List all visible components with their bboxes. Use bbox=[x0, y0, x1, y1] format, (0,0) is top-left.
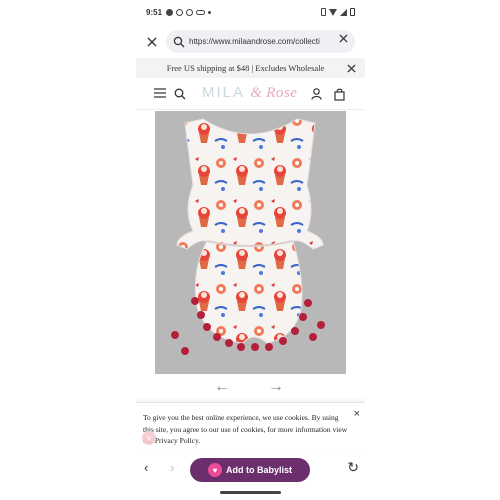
mail-icon bbox=[176, 8, 184, 16]
wifi-icon bbox=[329, 8, 337, 16]
cookie-close-button[interactable]: × bbox=[354, 408, 360, 420]
romper-illustration bbox=[155, 111, 346, 374]
close-icon bbox=[147, 37, 157, 47]
logo-amp: & bbox=[250, 85, 263, 101]
babylist-label: Add to Babylist bbox=[225, 465, 292, 475]
close-icon[interactable]: x bbox=[142, 431, 156, 445]
refresh-button[interactable]: ↻ bbox=[347, 459, 359, 476]
url-text: https://www.milaandrose.com/collecti bbox=[189, 37, 320, 46]
gallery-prev-button[interactable]: ← bbox=[214, 378, 230, 396]
pinterest-icon bbox=[186, 8, 194, 16]
heart-icon: ♥ bbox=[207, 463, 222, 477]
promo-close-button[interactable] bbox=[347, 64, 356, 73]
cookie-banner: To give you the best online experience, … bbox=[136, 402, 365, 452]
bag-icon[interactable] bbox=[334, 88, 345, 101]
gallery-next-button[interactable]: → bbox=[268, 378, 284, 396]
url-bar[interactable]: https://www.milaandrose.com/collecti bbox=[166, 30, 355, 53]
signal-icon bbox=[340, 8, 347, 16]
notification-icons bbox=[166, 8, 212, 16]
clear-url-button[interactable] bbox=[339, 34, 348, 43]
logo-rose: Rose bbox=[262, 85, 298, 101]
messenger-icon bbox=[166, 8, 174, 16]
close-tab-button[interactable] bbox=[140, 30, 164, 54]
logo-mila: MILA bbox=[202, 84, 251, 101]
forward-button[interactable]: › bbox=[170, 460, 174, 475]
browser-bottom-bar: ‹ › ♥ Add to Babylist ↻ bbox=[136, 454, 365, 484]
search-icon bbox=[173, 36, 185, 47]
status-bar: 9:51 bbox=[136, 0, 365, 24]
product-image[interactable] bbox=[155, 111, 346, 374]
home-indicator[interactable] bbox=[220, 491, 281, 494]
search-icon[interactable] bbox=[174, 88, 186, 100]
promo-text: Free US shipping at $48 | Excludes Whole… bbox=[166, 63, 325, 73]
dot-icon bbox=[208, 10, 212, 14]
menu-icon[interactable] bbox=[154, 88, 166, 98]
add-to-babylist-button[interactable]: ♥ Add to Babylist bbox=[190, 458, 310, 482]
promo-banner: Free US shipping at $48 | Excludes Whole… bbox=[136, 58, 365, 78]
account-icon[interactable] bbox=[311, 88, 322, 100]
cookie-text: To give you the best online experience, … bbox=[143, 413, 348, 445]
system-icons bbox=[321, 8, 355, 16]
battery-icon bbox=[350, 8, 355, 16]
phone-screen: 9:51 https://www.milaandrose.com/collect… bbox=[136, 0, 365, 500]
browser-toolbar: https://www.milaandrose.com/collecti bbox=[136, 30, 365, 54]
status-time: 9:51 bbox=[146, 7, 163, 17]
back-button[interactable]: ‹ bbox=[144, 460, 148, 475]
gallery-nav: ← → bbox=[136, 378, 365, 396]
vibrate-icon bbox=[321, 8, 326, 16]
site-logo[interactable]: MILA & Rose bbox=[202, 84, 297, 102]
voicemail-icon bbox=[196, 9, 206, 15]
site-header: MILA & Rose bbox=[136, 80, 365, 110]
